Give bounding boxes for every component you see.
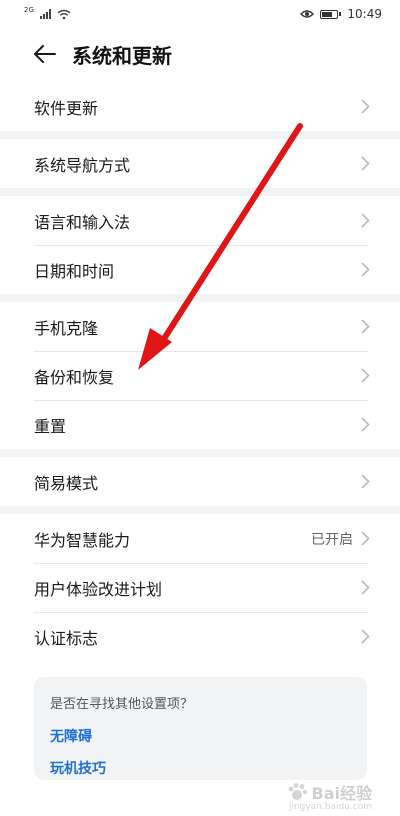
settings-group: 系统导航方式 [0, 139, 400, 188]
link-tips[interactable]: 玩机技巧 [50, 758, 351, 778]
chevron-right-icon [361, 531, 370, 546]
row-label: 系统导航方式 [34, 155, 131, 175]
chevron-right-icon [361, 368, 370, 383]
chevron-right-icon [361, 629, 370, 644]
settings-group: 软件更新 [0, 82, 400, 131]
eye-comfort-icon [300, 10, 315, 18]
settings-group: 手机克隆 备份和恢复 重置 [0, 302, 400, 449]
setting-row-certification[interactable]: 认证标志 [0, 612, 400, 661]
signal-icon [39, 9, 51, 19]
row-label: 简易模式 [34, 473, 99, 493]
status-bar: 2G 10:49 [0, 0, 400, 28]
link-accessibility[interactable]: 无障碍 [50, 726, 351, 746]
chevron-right-icon [361, 580, 370, 595]
setting-row-simple-mode[interactable]: 简易模式 [0, 457, 400, 506]
back-button[interactable] [30, 39, 60, 69]
row-label: 语言和输入法 [34, 212, 131, 232]
settings-group: 华为智慧能力 已开启 用户体验改进计划 认证标志 [0, 514, 400, 661]
row-label: 备份和恢复 [34, 367, 115, 387]
row-label: 日期和时间 [34, 261, 115, 281]
settings-group: 简易模式 [0, 457, 400, 506]
setting-row-phone-clone[interactable]: 手机克隆 [0, 302, 400, 351]
network-type: 2G [24, 6, 34, 14]
setting-row-navigation-mode[interactable]: 系统导航方式 [0, 139, 400, 188]
baidu-watermark: Bai经验 jingyan.baidu.com [286, 780, 372, 812]
chevron-right-icon [361, 156, 370, 171]
row-label: 认证标志 [34, 628, 99, 648]
chevron-right-icon [361, 262, 370, 277]
chevron-right-icon [361, 99, 370, 114]
battery-icon [320, 9, 342, 19]
paw-logo-icon [288, 783, 307, 800]
chevron-right-icon [361, 319, 370, 334]
setting-row-huawei-ai[interactable]: 华为智慧能力 已开启 [0, 514, 400, 563]
wifi-icon [57, 9, 71, 19]
setting-row-user-experience[interactable]: 用户体验改进计划 [0, 563, 400, 612]
chevron-right-icon [361, 474, 370, 489]
row-label: 用户体验改进计划 [34, 579, 163, 599]
suggestion-question: 是否在寻找其他设置项？ [50, 697, 194, 712]
watermark-brand: Bai经验 [311, 784, 372, 803]
suggestion-card: 是否在寻找其他设置项？ 无障碍 玩机技巧 [34, 677, 367, 780]
watermark-url: jingyan.baidu.com [288, 802, 372, 812]
page-title: 系统和更新 [72, 43, 172, 68]
chevron-right-icon [361, 213, 370, 228]
group-separator [0, 506, 400, 514]
status-right: 10:49 [300, 7, 382, 21]
arrow-left-icon [34, 45, 56, 63]
row-label: 华为智慧能力 [34, 530, 131, 550]
setting-row-language-input[interactable]: 语言和输入法 [0, 196, 400, 245]
row-status-value: 已开启 [311, 531, 353, 548]
row-label: 手机克隆 [34, 318, 99, 338]
group-separator [0, 294, 400, 302]
group-separator [0, 188, 400, 196]
setting-row-reset[interactable]: 重置 [0, 400, 400, 449]
setting-row-date-time[interactable]: 日期和时间 [0, 245, 400, 294]
row-label: 重置 [34, 416, 67, 436]
settings-list: 软件更新 系统导航方式 语言和输入法 日期和时间 手机克隆 备份和恢复 重置 简… [0, 82, 400, 661]
settings-group: 语言和输入法 日期和时间 [0, 196, 400, 294]
group-separator [0, 131, 400, 139]
page-header: 系统和更新 [0, 34, 400, 74]
setting-row-software-update[interactable]: 软件更新 [0, 82, 400, 131]
row-label: 软件更新 [34, 98, 99, 118]
status-time: 10:49 [347, 7, 382, 21]
group-separator [0, 449, 400, 457]
status-left: 2G [24, 6, 71, 20]
setting-row-backup-restore[interactable]: 备份和恢复 [0, 351, 400, 400]
chevron-right-icon [361, 417, 370, 432]
